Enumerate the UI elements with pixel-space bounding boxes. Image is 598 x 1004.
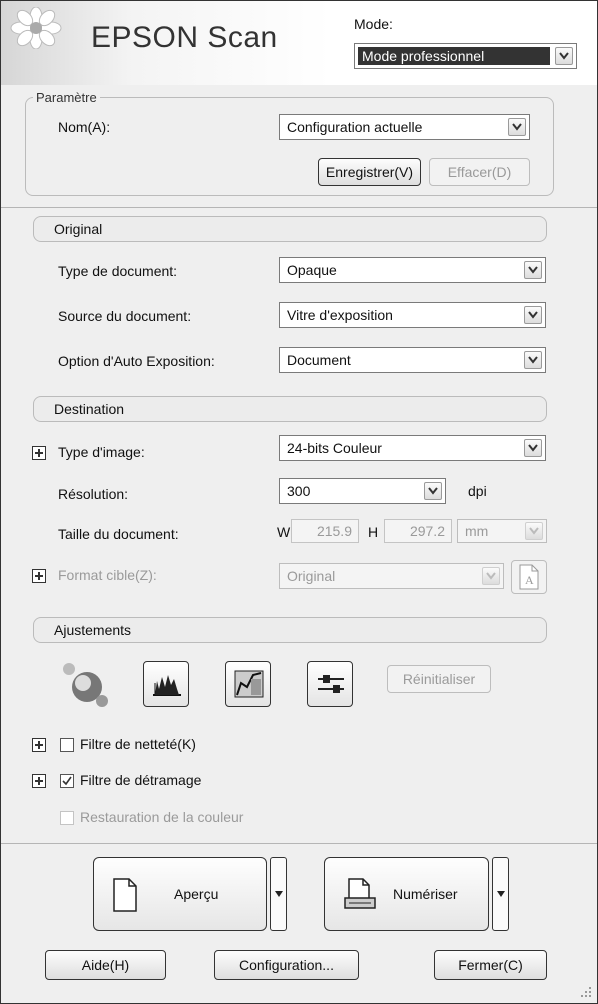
height-label: H xyxy=(368,524,379,540)
chevron-down-icon[interactable] xyxy=(482,567,500,585)
target-format-label: Format cible(Z): xyxy=(58,567,157,583)
mode-label: Mode: xyxy=(354,16,393,32)
epson-scan-window: EPSON Scan Mode: Mode professionnel Para… xyxy=(0,0,598,1004)
doc-size-label: Taille du document: xyxy=(58,526,179,542)
chevron-down-icon[interactable] xyxy=(524,351,542,369)
configuration-button[interactable]: Configuration... xyxy=(214,950,359,980)
descreen-label: Filtre de détramage xyxy=(80,772,202,788)
destination-section-bar: Destination xyxy=(33,396,547,422)
actions-divider xyxy=(1,843,597,844)
size-unit-select[interactable]: mm xyxy=(457,519,547,543)
panel-divider xyxy=(1,207,597,208)
auto-adjust-button[interactable] xyxy=(61,661,113,711)
height-field[interactable]: 297.2 xyxy=(384,519,452,543)
ajustements-section-title: Ajustements xyxy=(54,622,132,638)
resolution-label: Résolution: xyxy=(58,486,129,502)
chevron-down-icon[interactable] xyxy=(508,118,526,136)
doc-type-select[interactable]: Opaque xyxy=(279,257,546,283)
doc-source-value: Vitre d'exposition xyxy=(287,307,393,323)
page-orientation-icon: A xyxy=(519,564,539,590)
sliders-icon xyxy=(318,675,344,693)
scan-button-label: Numériser xyxy=(393,886,458,902)
auto-exposure-value: Document xyxy=(287,352,351,368)
doc-type-value: Opaque xyxy=(287,262,337,278)
expand-sharpen-icon[interactable] xyxy=(32,738,46,752)
expand-target-format-icon[interactable] xyxy=(32,569,46,583)
color-restore-label: Restauration de la couleur xyxy=(80,809,244,825)
doc-source-select[interactable]: Vitre d'exposition xyxy=(279,302,546,328)
width-label: W xyxy=(277,524,291,540)
histogram-button[interactable] xyxy=(143,661,189,707)
target-format-select[interactable]: Original xyxy=(279,563,504,589)
chevron-down-icon[interactable] xyxy=(524,439,542,457)
size-unit-value: mm xyxy=(465,523,489,539)
resolution-select[interactable]: 300 xyxy=(279,478,446,504)
chevron-down-icon[interactable] xyxy=(525,522,543,540)
brand-title: EPSON Scan xyxy=(91,21,278,54)
image-adjust-button[interactable] xyxy=(307,661,353,707)
chevron-down-icon[interactable] xyxy=(524,261,542,279)
auto-exposure-label: Option d'Auto Exposition: xyxy=(58,353,215,369)
preview-button[interactable]: Aperçu xyxy=(93,857,267,931)
scan-dropdown-button[interactable] xyxy=(492,857,509,931)
preview-dropdown-button[interactable] xyxy=(270,857,287,931)
delete-settings-button[interactable]: Effacer(D) xyxy=(429,158,530,186)
header-banner: EPSON Scan Mode: Mode professionnel xyxy=(1,1,597,85)
parametre-group-title: Paramètre xyxy=(33,90,100,105)
image-type-select[interactable]: 24-bits Couleur xyxy=(279,435,546,461)
auto-exposure-select[interactable]: Document xyxy=(279,347,546,373)
descreen-checkbox[interactable] xyxy=(60,774,74,788)
resolution-unit: dpi xyxy=(468,483,487,499)
preview-button-label: Aperçu xyxy=(174,886,219,902)
original-section-bar: Original xyxy=(33,216,547,242)
doc-source-label: Source du document: xyxy=(58,308,192,324)
target-format-value: Original xyxy=(287,568,336,584)
image-type-label: Type d'image: xyxy=(58,444,145,460)
help-button[interactable]: Aide(H) xyxy=(45,950,166,980)
tone-curve-icon xyxy=(234,670,264,698)
svg-text:A: A xyxy=(525,573,534,587)
save-settings-button[interactable]: Enregistrer(V) xyxy=(318,158,421,186)
close-button[interactable]: Fermer(C) xyxy=(434,950,547,980)
original-section-title: Original xyxy=(54,221,103,237)
resolution-value: 300 xyxy=(287,483,311,499)
chevron-down-icon[interactable] xyxy=(555,47,573,65)
expand-descreen-icon[interactable] xyxy=(32,774,46,788)
sharpen-label: Filtre de netteté(K) xyxy=(80,736,196,752)
flower-logo-icon xyxy=(10,7,62,49)
scan-button[interactable]: Numériser xyxy=(324,857,489,931)
destination-section-title: Destination xyxy=(54,401,125,417)
chevron-down-icon[interactable] xyxy=(424,482,442,500)
document-icon xyxy=(113,878,137,912)
config-name-select[interactable]: Configuration actuelle xyxy=(279,114,530,140)
checkmark-icon xyxy=(62,776,72,786)
chevron-down-icon[interactable] xyxy=(524,306,542,324)
mode-select[interactable]: Mode professionnel xyxy=(354,43,577,69)
color-restore-checkbox[interactable] xyxy=(60,811,74,825)
expand-image-type-icon[interactable] xyxy=(32,446,46,460)
orientation-button[interactable]: A xyxy=(511,560,547,594)
reset-button[interactable]: Réinitialiser xyxy=(387,665,491,693)
name-label: Nom(A): xyxy=(58,119,111,135)
scanner-icon xyxy=(344,878,376,909)
resize-grip-icon[interactable] xyxy=(579,985,593,999)
config-name-value: Configuration actuelle xyxy=(287,119,423,135)
mode-select-value: Mode professionnel xyxy=(362,48,485,64)
image-type-value: 24-bits Couleur xyxy=(287,440,382,456)
ajustements-section-bar: Ajustements xyxy=(33,617,547,643)
tone-curve-button[interactable] xyxy=(225,661,271,707)
width-field[interactable]: 215.9 xyxy=(291,519,359,543)
auto-adjust-icon xyxy=(63,663,108,707)
histogram-icon xyxy=(153,675,181,696)
sharpen-checkbox[interactable] xyxy=(60,738,74,752)
doc-type-label: Type de document: xyxy=(58,263,178,279)
